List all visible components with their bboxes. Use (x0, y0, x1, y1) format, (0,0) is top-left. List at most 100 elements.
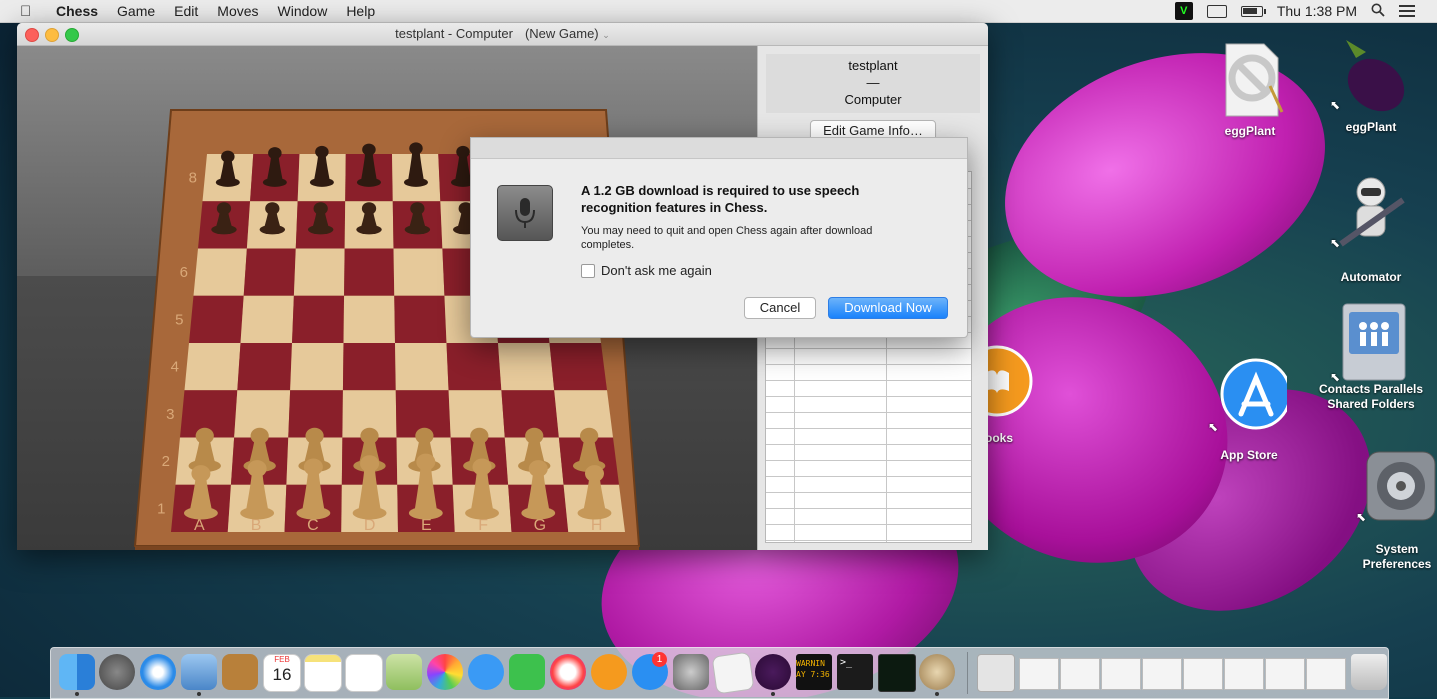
board-frame-edge (135, 546, 639, 550)
dock-textedit-icon[interactable] (711, 651, 755, 695)
desktop-icon-parallels-shared[interactable]: Contacts Parallels Shared Folders (1318, 298, 1424, 412)
window-close-button[interactable] (25, 28, 39, 42)
board-square[interactable] (290, 343, 344, 391)
board-square[interactable] (240, 295, 294, 343)
dock-activity-monitor-icon[interactable] (878, 654, 916, 692)
dock-minimized-window[interactable] (1265, 658, 1305, 690)
dock-minimized-window[interactable] (1019, 658, 1059, 690)
dock-finder-icon[interactable] (59, 654, 95, 690)
dock-system-preferences-icon[interactable] (673, 654, 709, 690)
notification-center-icon[interactable] (1399, 5, 1415, 17)
dock-trash-icon[interactable] (1351, 654, 1387, 690)
dock-chess-icon[interactable] (919, 654, 955, 690)
board-square[interactable] (184, 343, 241, 391)
moves-table-row[interactable] (766, 428, 971, 445)
dock-ibooks-icon[interactable] (591, 654, 627, 690)
moves-table-row[interactable] (766, 380, 971, 397)
cancel-button[interactable]: Cancel (744, 297, 816, 319)
dock-minimized-window[interactable] (1101, 658, 1141, 690)
board-square[interactable] (292, 295, 345, 343)
dock-calendar-icon[interactable]: FEB 16 (263, 654, 301, 692)
desktop-icon-automator[interactable]: Automator (1326, 170, 1416, 285)
menu-moves[interactable]: Moves (217, 3, 258, 19)
apple-menu-icon[interactable]:  (20, 3, 38, 20)
board-square[interactable] (342, 343, 396, 391)
dock-eggplant-icon[interactable] (755, 654, 791, 690)
dock-minimized-window[interactable] (1306, 658, 1346, 690)
download-now-button[interactable]: Download Now (828, 297, 948, 319)
alias-arrow-icon: ⬉ (1208, 420, 1219, 434)
alias-arrow-icon: ⬉ (1330, 98, 1341, 112)
dock-terminal-icon[interactable]: >_ (837, 654, 873, 690)
menu-game[interactable]: Game (117, 3, 155, 19)
window-zoom-button[interactable] (65, 28, 79, 42)
dock-minimized-window[interactable] (1183, 658, 1223, 690)
dock-minimized-window[interactable] (1224, 658, 1264, 690)
menu-help[interactable]: Help (346, 3, 375, 19)
moves-table-row[interactable] (766, 460, 971, 477)
dock-notes-icon[interactable] (304, 654, 342, 692)
dock-contacts-icon[interactable] (222, 654, 258, 690)
board-square[interactable] (498, 343, 555, 391)
spotlight-search-icon[interactable] (1371, 3, 1385, 20)
moves-table-row[interactable] (766, 508, 971, 525)
dock-itunes-icon[interactable] (550, 654, 586, 690)
menu-edit[interactable]: Edit (174, 3, 198, 19)
dock-maps-icon[interactable] (386, 654, 422, 690)
menu-clock[interactable]: Thu 1:38 PM (1277, 3, 1357, 19)
dont-ask-again-row[interactable]: Don't ask me again (581, 263, 712, 278)
dialog-message: You may need to quit and open Chess agai… (581, 225, 873, 251)
board-square[interactable] (395, 343, 449, 391)
board-square[interactable] (237, 343, 292, 391)
board-square[interactable] (394, 295, 447, 343)
moves-table-row[interactable] (766, 492, 971, 509)
moves-table-row[interactable] (766, 348, 971, 365)
board-square[interactable] (393, 248, 445, 296)
board-square[interactable] (293, 248, 345, 296)
moves-table-row[interactable] (766, 444, 971, 461)
window-minimize-button[interactable] (45, 28, 59, 42)
dock-facetime-icon[interactable] (509, 654, 545, 690)
desktop-icon-eggplant-app[interactable]: eggPlant (1326, 30, 1416, 135)
board-rank-label: 3 (166, 406, 174, 423)
moves-table-row[interactable] (766, 476, 971, 493)
moves-table-row[interactable] (766, 364, 971, 381)
moves-table-row[interactable] (766, 396, 971, 413)
vnc-status-icon[interactable]: V (1174, 2, 1193, 20)
dock-safari-icon[interactable] (140, 654, 176, 690)
board-square[interactable] (243, 248, 296, 296)
dock-minimized-window[interactable] (1142, 658, 1182, 690)
moves-table-row[interactable] (766, 412, 971, 429)
dock-downloads-stack-icon[interactable] (977, 654, 1015, 692)
chevron-down-icon[interactable]: ⌄ (602, 30, 610, 40)
alias-arrow-icon: ⬉ (1330, 370, 1341, 384)
dock-messages-icon[interactable] (468, 654, 504, 690)
dont-ask-again-checkbox[interactable] (581, 263, 595, 278)
menu-window[interactable]: Window (278, 3, 328, 19)
alias-arrow-icon: ⬉ (1356, 510, 1367, 524)
board-square[interactable] (193, 248, 247, 296)
dock-mail-icon[interactable] (181, 654, 217, 690)
dock-photos-icon[interactable] (427, 654, 463, 690)
dock-reminders-icon[interactable] (345, 654, 383, 692)
display-mirroring-icon[interactable] (1206, 4, 1227, 18)
board-square[interactable] (344, 248, 395, 296)
shared-folder-icon (1342, 303, 1406, 381)
eggplant-document-icon (1225, 43, 1284, 117)
desktop-icon-app-store[interactable]: App Store (1204, 356, 1294, 463)
board-square[interactable] (343, 295, 396, 343)
desktop-label-ibooks-partial: ooks (985, 431, 1014, 445)
window-titlebar[interactable]: testplant - Computer (New Game) ⌄ (17, 23, 988, 46)
moves-table-row[interactable] (766, 524, 971, 541)
dock-console-icon[interactable]: WARNIN AY 7:36 (796, 654, 832, 690)
dock-minimized-window[interactable] (1060, 658, 1100, 690)
dont-ask-again-label[interactable]: Don't ask me again (601, 263, 712, 278)
dock-launchpad-icon[interactable] (99, 654, 135, 690)
board-square[interactable] (189, 295, 244, 343)
desktop-icon-eggplant-doc[interactable]: eggPlant (1205, 40, 1295, 139)
board-rank-label: 1 (157, 500, 165, 517)
menu-app-chess[interactable]: Chess (56, 3, 98, 19)
board-square[interactable] (549, 343, 608, 391)
battery-icon[interactable] (1240, 5, 1266, 17)
board-square[interactable] (446, 343, 502, 391)
